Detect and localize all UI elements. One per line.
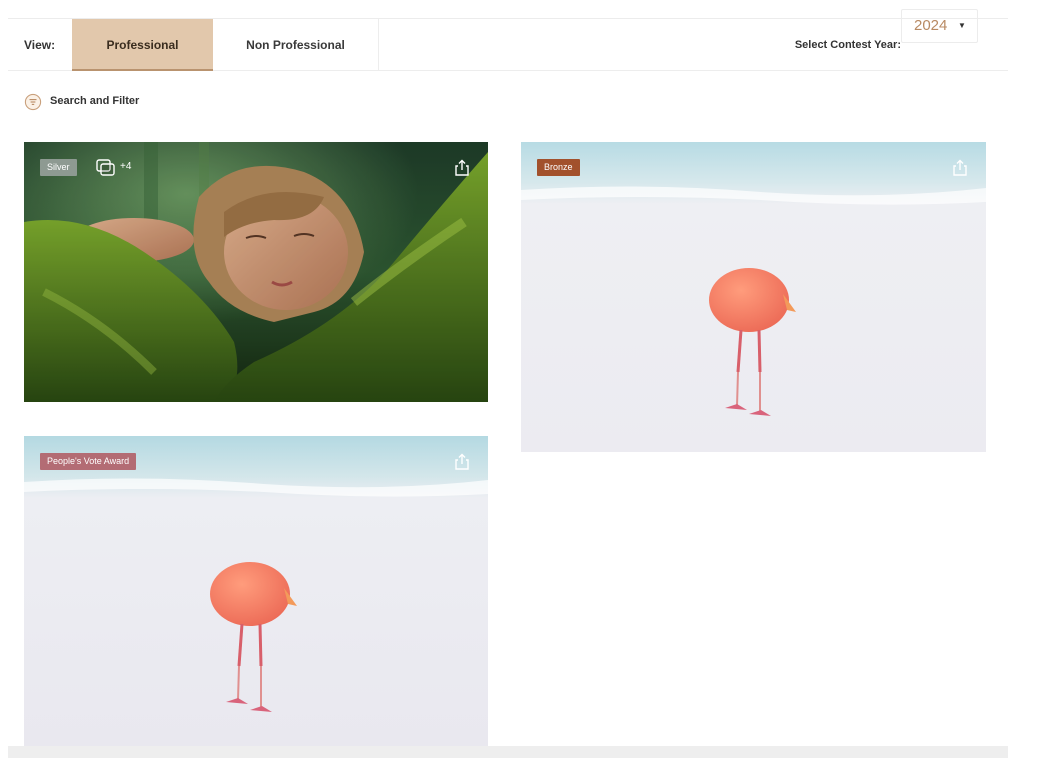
- bottom-scroll-bar: [8, 746, 1008, 758]
- view-label: View:: [24, 38, 56, 52]
- award-badge: Silver: [40, 159, 77, 176]
- award-badge: Bronze: [537, 159, 580, 176]
- gallery-stack-icon: [96, 159, 115, 176]
- caret-down-icon: ▼: [958, 21, 966, 30]
- contest-year-value: 2024: [914, 17, 948, 34]
- photo-card-bronze[interactable]: Bronze: [521, 142, 986, 452]
- photo-woman-moss: [24, 142, 488, 402]
- share-icon[interactable]: [952, 159, 968, 177]
- tab-professional[interactable]: Professional: [72, 19, 213, 71]
- gallery-stack[interactable]: +4: [96, 159, 131, 177]
- award-badge: People's Vote Award: [40, 453, 137, 470]
- photo-card-silver[interactable]: Silver +4: [24, 142, 488, 402]
- photo-flamingo-beach: [24, 436, 488, 746]
- contest-year-select[interactable]: 2024 ▼: [901, 9, 978, 43]
- share-icon[interactable]: [454, 453, 470, 471]
- photo-flamingo-beach: [521, 142, 986, 452]
- extra-photos-count: +4: [120, 161, 132, 172]
- view-toolbar: View: Professional Non Professional Sele…: [8, 19, 1008, 71]
- photo-card-peoples-vote[interactable]: People's Vote Award: [24, 436, 488, 746]
- search-filter-label: Search and Filter: [50, 95, 140, 107]
- filter-icon: [24, 93, 42, 111]
- contest-year-label: Select Contest Year:: [794, 39, 901, 51]
- tab-non-professional[interactable]: Non Professional: [213, 19, 379, 71]
- share-icon[interactable]: [454, 159, 470, 177]
